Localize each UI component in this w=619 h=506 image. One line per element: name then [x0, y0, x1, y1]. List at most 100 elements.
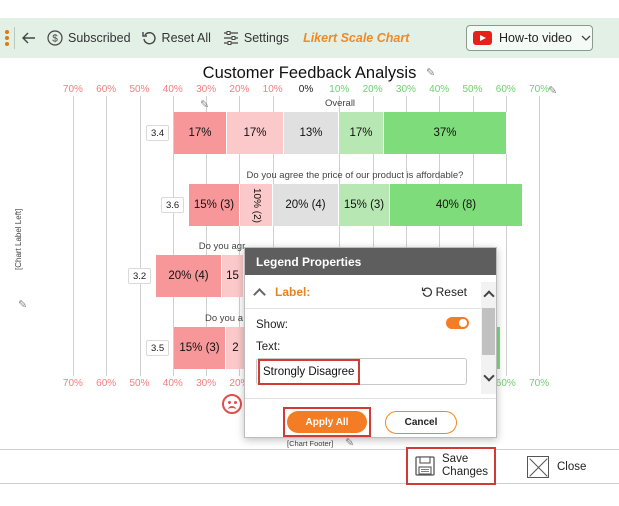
label-section-title: Label:	[275, 284, 311, 299]
bar-segment-label: 17%	[243, 127, 267, 139]
mean-score-label: 3.2	[128, 268, 152, 284]
top-tick-label: 0%	[298, 84, 314, 95]
top-tick-label: 50%	[462, 84, 483, 95]
scroll-thumb[interactable]	[482, 308, 495, 355]
edit-side-label-pencil-icon[interactable]: ✎	[18, 298, 27, 311]
reset-all-button[interactable]: Reset All	[141, 30, 211, 46]
bottom-tick-label: 60%	[96, 378, 117, 389]
edit-axis-right-pencil-icon[interactable]: ✎	[548, 84, 557, 97]
bar-segment[interactable]: 15	[222, 255, 244, 297]
bar-segment[interactable]: 40% (8)	[390, 184, 523, 226]
bar-segment[interactable]: 2	[226, 327, 246, 369]
close-button[interactable]: Close	[527, 456, 586, 478]
bar-segment[interactable]: 17%	[227, 112, 284, 154]
bar-segment-label: 15% (3)	[179, 342, 220, 354]
question-label: Do you agree the price of our product is…	[246, 170, 464, 181]
bar-segment[interactable]: 15% (3)	[174, 327, 226, 369]
bar-segment-label: 17%	[188, 127, 212, 139]
save-label-line2: Changes	[442, 466, 489, 478]
subscribed-label: Subscribed	[68, 31, 131, 45]
save-changes-label: Save Changes	[442, 453, 488, 479]
close-label: Close	[557, 461, 587, 473]
dialog-footer-divider	[245, 398, 496, 399]
text-label: Text:	[256, 341, 281, 353]
top-tick-label: 60%	[495, 84, 516, 95]
back-button[interactable]	[21, 30, 37, 46]
bar-segment-label: 20% (4)	[285, 199, 326, 211]
bottom-tick-label: 70%	[529, 378, 550, 389]
bar-segment-label: 15% (3)	[193, 199, 235, 211]
bar-segment-label: 10% (2)	[250, 187, 262, 223]
subscribed-button[interactable]: $ Subscribed	[47, 30, 131, 46]
gridline	[139, 96, 141, 376]
cancel-button[interactable]: Cancel	[385, 411, 457, 434]
mean-score-label: 3.4	[146, 125, 170, 141]
likert-bar-row: 17% 17% 13% 17% 37%	[174, 112, 507, 154]
bar-segment-label: 15% (3)	[343, 199, 385, 211]
top-tick-label: 20%	[229, 84, 250, 95]
reset-all-label: Reset All	[161, 31, 211, 45]
more-options-icon[interactable]	[4, 30, 10, 46]
bar-segment[interactable]: 37%	[384, 112, 507, 154]
bar-segment-label: 20% (4)	[168, 270, 209, 282]
top-tick-label: 30%	[196, 84, 217, 95]
bar-segment[interactable]: 13%	[284, 112, 339, 154]
bar-segment-label: 40% (8)	[435, 199, 477, 211]
bar-segment-label: 37%	[433, 127, 457, 139]
apply-all-button[interactable]: Apply All	[287, 411, 367, 433]
mean-score-label: 3.6	[161, 197, 185, 213]
top-tick-label: 10%	[329, 84, 350, 95]
chart-side-label[interactable]: [Chart Label Left]	[14, 209, 23, 270]
back-arrow-icon	[22, 32, 35, 44]
top-tick-label: 70%	[62, 84, 83, 95]
bar-segment-label: 15	[226, 270, 239, 282]
bar-segment[interactable]: 17%	[174, 112, 227, 154]
bar-segment[interactable]: 20% (4)	[273, 184, 339, 226]
gridline	[106, 96, 108, 376]
toolbar: $ Subscribed Reset All Settings Likert S…	[0, 18, 619, 58]
svg-text:$: $	[52, 34, 58, 45]
top-tick-label: 40%	[429, 84, 450, 95]
text-input[interactable]: Strongly Disagree	[258, 359, 360, 385]
bar-segment[interactable]: 17%	[339, 112, 384, 154]
bar-segment[interactable]: 15% (3)	[339, 184, 390, 226]
gridline	[539, 96, 541, 376]
settings-button[interactable]: Settings	[223, 30, 289, 46]
show-toggle[interactable]	[446, 317, 469, 329]
bar-segment[interactable]: 15% (3)	[189, 184, 240, 226]
footer-bottom-divider	[0, 483, 619, 484]
bar-segment-label: 13%	[299, 127, 323, 139]
chevron-up-icon[interactable]	[253, 287, 266, 301]
bar-segment[interactable]: 20% (4)	[156, 255, 222, 297]
gridline	[72, 96, 74, 376]
label-section-header[interactable]: Label: Reset	[245, 275, 481, 309]
bar-segment[interactable]: 10% (2)	[240, 184, 273, 226]
chart-title[interactable]: Customer Feedback Analysis	[203, 64, 417, 82]
legend-properties-dialog: Legend Properties Label: Reset Show: Tex…	[244, 247, 497, 438]
show-label: Show:	[256, 319, 288, 331]
howto-video-dropdown[interactable]: How-to video	[466, 25, 593, 51]
chart-title-row: Customer Feedback Analysis	[0, 64, 619, 83]
top-tick-label: 30%	[395, 84, 416, 95]
howto-label: How-to video	[499, 31, 572, 45]
mean-score-label: 3.5	[146, 340, 170, 356]
chart-type-title: Likert Scale Chart	[303, 31, 410, 45]
question-label: Do you agr	[198, 241, 246, 252]
edit-title-pencil-icon[interactable]: ✎	[426, 66, 435, 79]
bar-segment-label: 17%	[349, 127, 373, 139]
likert-bar-row: 15% (3) 10% (2) 20% (4) 15% (3) 40% (8)	[189, 184, 523, 226]
toolbar-divider	[14, 27, 15, 49]
reset-icon	[141, 32, 156, 45]
chart-footer-label[interactable]: [Chart Footer]	[287, 439, 333, 448]
question-label: Do you a	[204, 313, 244, 324]
close-icon	[527, 456, 549, 478]
youtube-icon	[473, 31, 492, 45]
axis-ticks-top: 70% 60% 50% 40% 30% 20% 10% 0% 10% 20% 30% 40% 50% 60…	[0, 84, 619, 98]
dollar-circle-icon: $	[47, 30, 63, 46]
save-changes-button[interactable]: Save Changes	[406, 447, 496, 485]
settings-label: Settings	[243, 31, 290, 45]
bar-segment-partial	[497, 327, 500, 369]
top-tick-label: 20%	[362, 84, 383, 95]
edit-axis-pencil-icon[interactable]: ✎	[200, 98, 209, 111]
reset-button[interactable]: Reset	[421, 285, 467, 299]
